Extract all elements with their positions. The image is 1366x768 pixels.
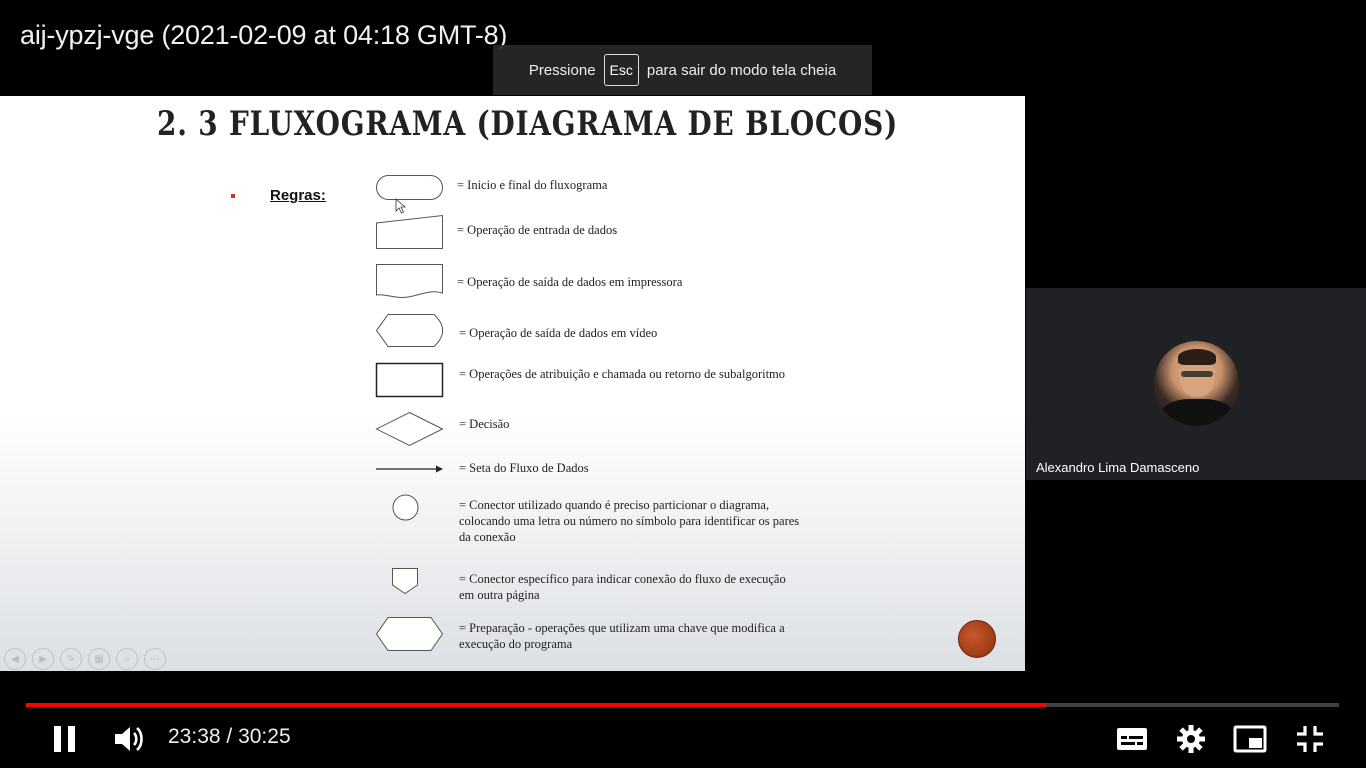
participant-name: Alexandro Lima Damasceno: [1036, 460, 1200, 475]
subtitles-button[interactable]: [1114, 720, 1150, 758]
more-options-icon[interactable]: ⋯: [144, 648, 166, 670]
legend-line: execução do programa: [459, 637, 573, 651]
toast-suffix: para sair do modo tela cheia: [646, 61, 837, 79]
pause-button[interactable]: [48, 720, 82, 758]
legend-text-input: = Operação de entrada de dados: [457, 223, 618, 237]
legend-line: colocando uma letra ou número no símbolo…: [459, 514, 800, 528]
exit-fullscreen-icon: [1297, 726, 1323, 752]
video-title: aij-ypzj-vge (2021-02-09 at 04:18 GMT-8): [20, 20, 508, 50]
legend-text-arrow: = Seta do Fluxo de Dados: [459, 461, 589, 475]
legend-line: = Conector utilizado quando é preciso pa…: [459, 498, 770, 512]
legend-text-decision: = Decisão: [459, 417, 510, 431]
legend-text-printer: = Operação de saída de dados em impresso…: [457, 275, 683, 289]
slideshow-toolbar: ◀ ▶ ✎ ▦ ⌕ ⋯: [4, 648, 166, 670]
current-time: 23:38: [168, 725, 221, 748]
time-separator: /: [220, 725, 239, 748]
pen-icon[interactable]: ✎: [60, 648, 82, 670]
zoom-icon[interactable]: ⌕: [116, 648, 138, 670]
presentation-slide: 2. 3 FLUXOGRAMA (DIAGRAMA DE BLOCOS) Reg…: [0, 96, 1025, 671]
decision-shape-icon: [375, 411, 444, 447]
volume-button[interactable]: [112, 720, 148, 758]
previous-slide-icon[interactable]: ◀: [4, 648, 26, 670]
manual-input-shape-icon: [376, 214, 443, 249]
document-shape-icon: [376, 264, 443, 298]
duration: 30:25: [238, 725, 291, 748]
miniplayer-icon: [1233, 725, 1267, 753]
bullet-marker: [231, 194, 235, 198]
subtitles-icon: [1117, 728, 1147, 750]
legend-line: = Preparação - operações que utilizam um…: [459, 621, 785, 635]
legend-line: da conexão: [459, 530, 516, 544]
participant-tile: Alexandro Lima Damasceno: [1026, 288, 1366, 480]
avatar: [1154, 341, 1239, 426]
slide-logo-icon: [958, 620, 996, 658]
gear-icon: [1177, 725, 1205, 753]
miniplayer-button[interactable]: [1232, 720, 1268, 758]
next-slide-icon[interactable]: ▶: [32, 648, 54, 670]
rules-label: Regras:: [270, 187, 326, 204]
preparation-shape-icon: [375, 617, 444, 651]
legend-text-connector: = Conector utilizado quando é preciso pa…: [459, 497, 799, 545]
settings-button[interactable]: [1173, 720, 1209, 758]
pause-icon: [54, 726, 75, 752]
terminator-shape-icon: [376, 175, 443, 200]
exit-fullscreen-button[interactable]: [1292, 720, 1328, 758]
legend-text-preparation: = Preparação - operações que utilizam um…: [459, 620, 785, 652]
fullscreen-toast: Pressione Esc para sair do modo tela che…: [493, 45, 872, 95]
volume-icon: [115, 727, 143, 751]
legend-text-process: = Operações de atribuição e chamada ou r…: [459, 367, 786, 381]
offpage-connector-shape-icon: [392, 568, 418, 595]
connector-shape-icon: [392, 494, 419, 521]
legend-line: em outra página: [459, 588, 540, 602]
esc-key-badge: Esc: [603, 54, 639, 86]
legend-text-display: = Operação de saída de dados em vídeo: [459, 326, 658, 340]
slide-title: 2. 3 FLUXOGRAMA (DIAGRAMA DE BLOCOS): [157, 104, 899, 144]
arrow-shape-icon: [376, 465, 443, 473]
legend-text-offpage: = Conector específico para indicar conex…: [459, 571, 786, 603]
display-shape-icon: [375, 314, 444, 347]
progress-bar[interactable]: [26, 703, 1339, 707]
toast-prefix: Pressione: [528, 61, 596, 79]
process-shape-icon: [375, 362, 444, 398]
progress-played: [26, 703, 1047, 707]
mouse-cursor-icon: [395, 198, 407, 214]
legend-text-terminator: = Inicio e final do fluxograma: [457, 178, 608, 192]
legend-line: = Conector específico para indicar conex…: [459, 572, 786, 586]
time-display: 23:38 / 30:25: [168, 725, 291, 749]
slides-grid-icon[interactable]: ▦: [88, 648, 110, 670]
